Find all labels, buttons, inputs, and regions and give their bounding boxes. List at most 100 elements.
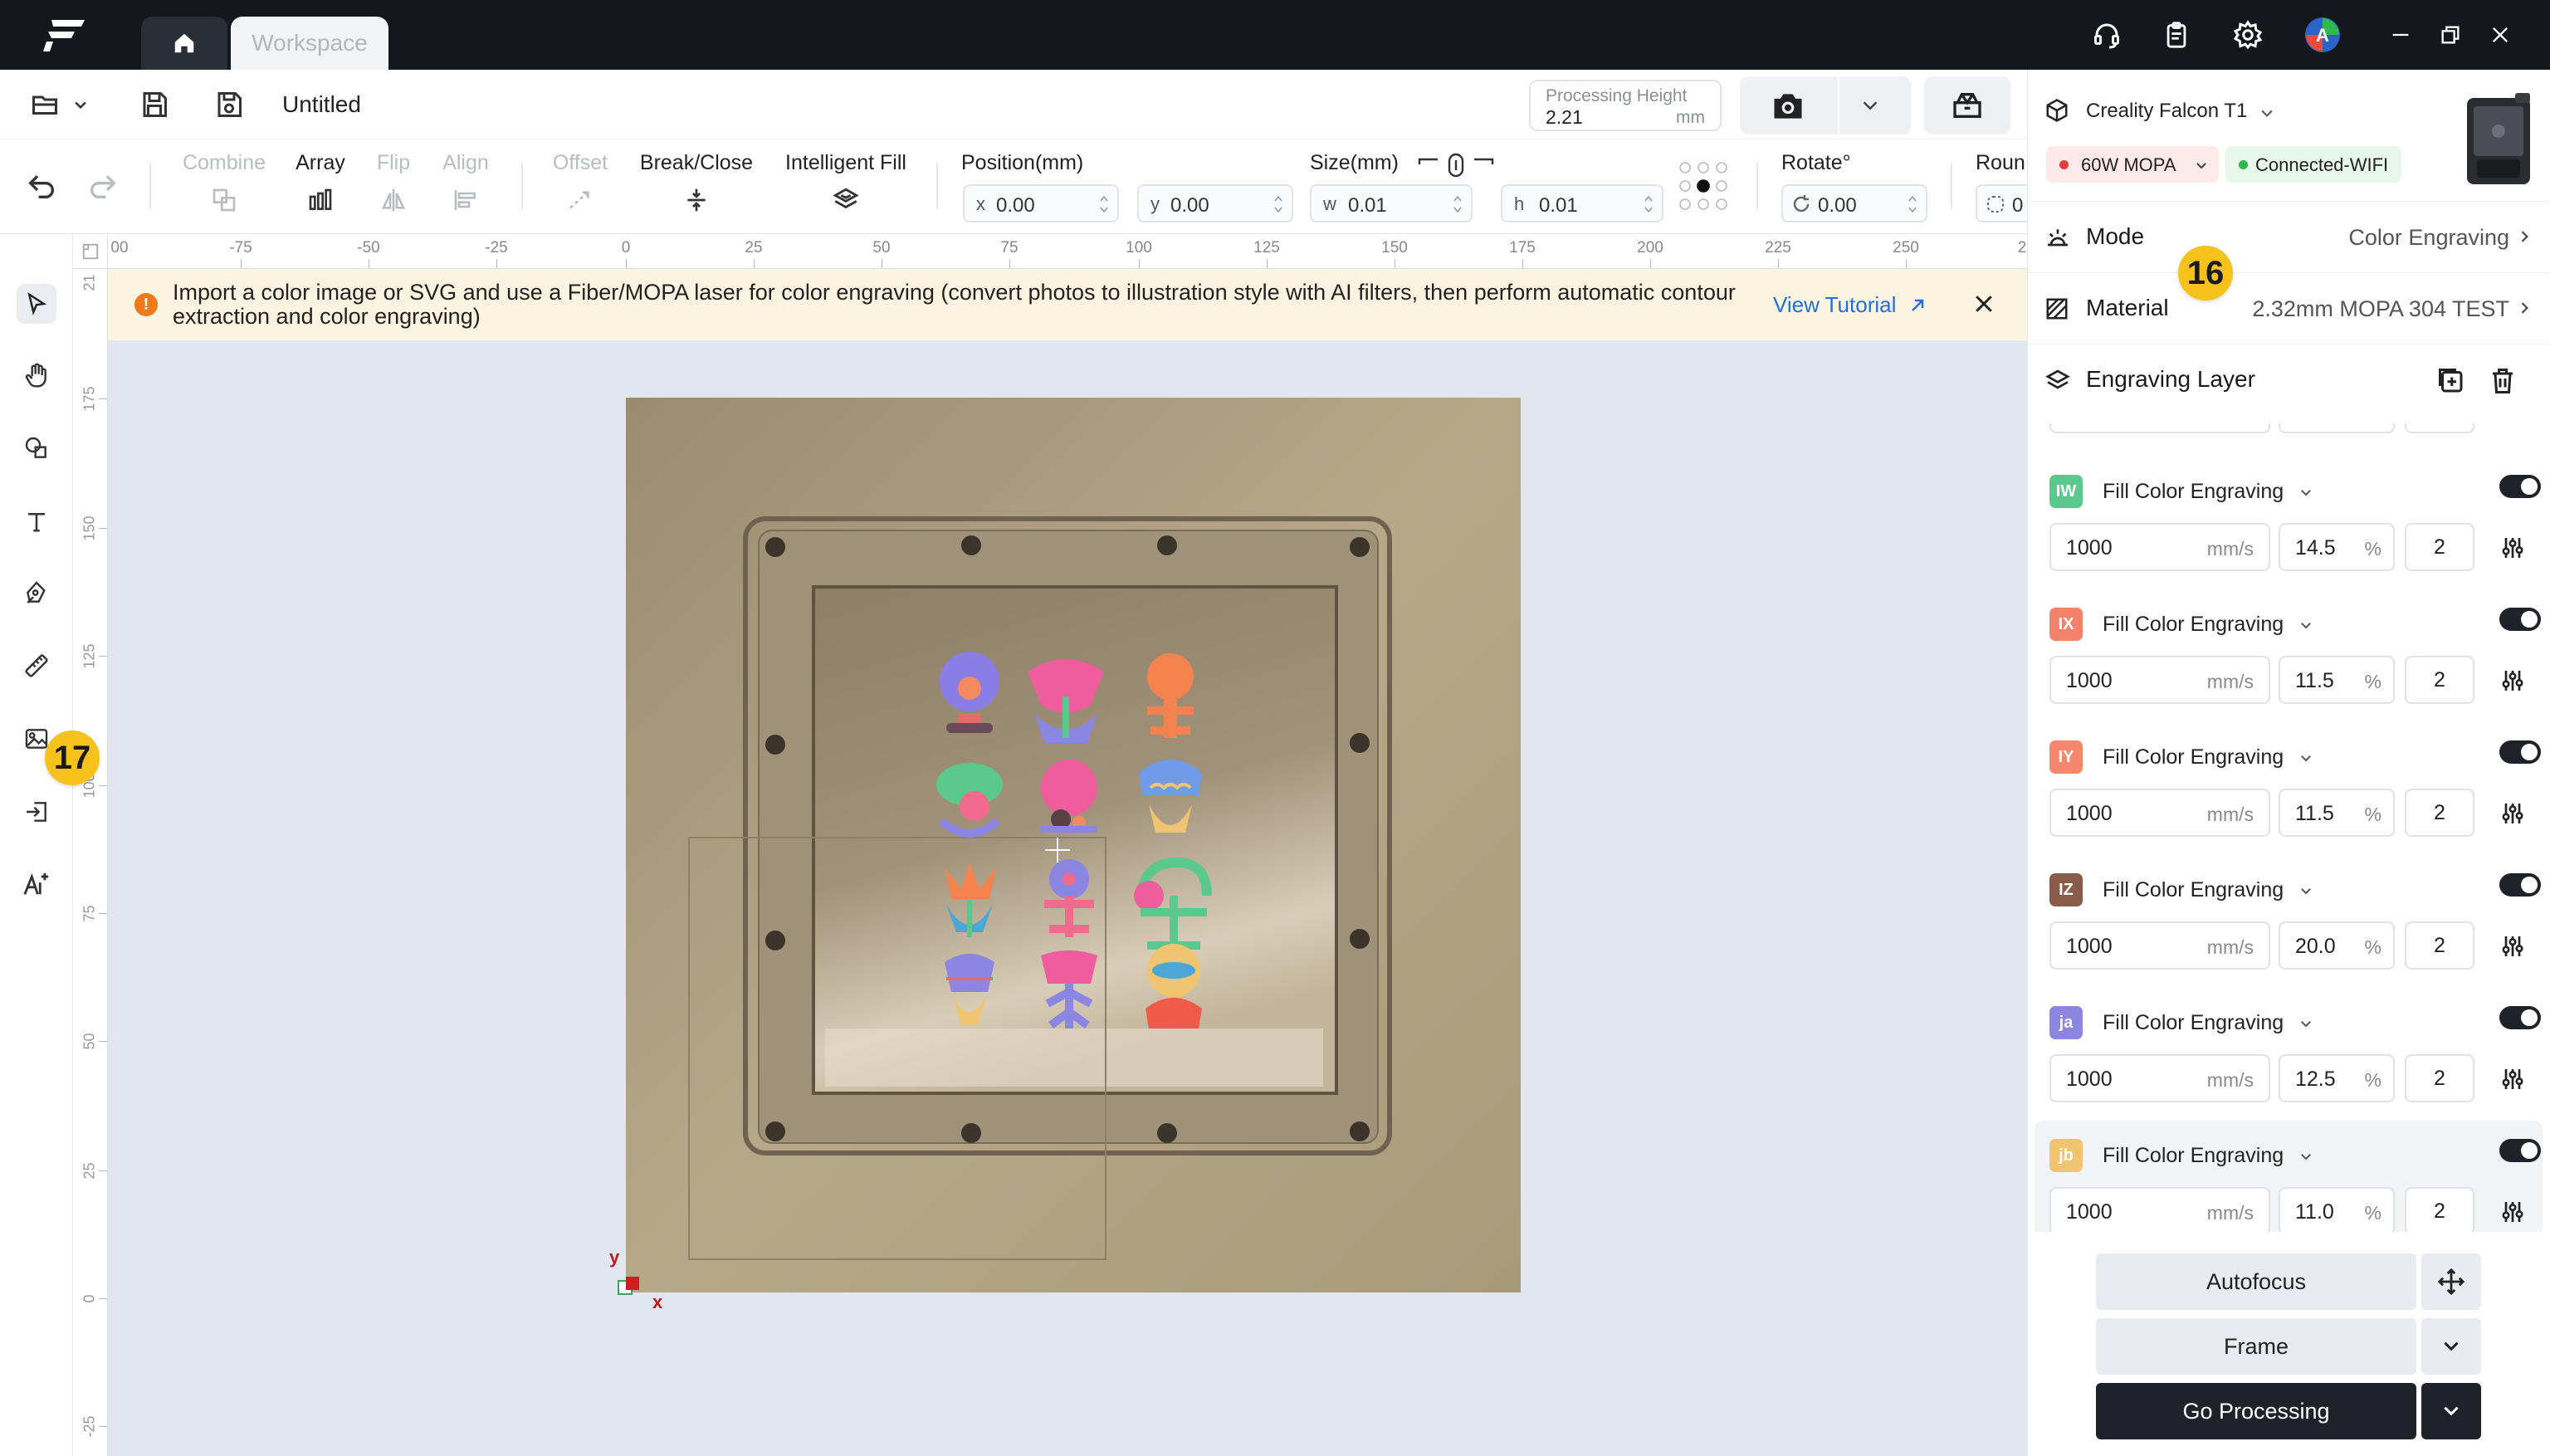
layer-toggle[interactable] xyxy=(2499,740,2541,764)
layer-color-swatch[interactable]: IX xyxy=(2049,608,2083,641)
layer-item-selected[interactable]: jb Fill Color Engraving 1000 mm/s 11.0% 2 xyxy=(2035,1121,2543,1245)
spinner-icon[interactable] xyxy=(1099,193,1109,216)
mode-row[interactable]: Mode Color Engraving xyxy=(2028,201,2550,272)
passes-input[interactable]: 2 xyxy=(2405,656,2474,704)
processing-options-button[interactable] xyxy=(2421,1383,2481,1439)
kit-button[interactable] xyxy=(1924,76,2010,134)
layer-toggle[interactable] xyxy=(2499,1006,2541,1029)
view-tutorial-link[interactable]: View Tutorial xyxy=(1773,292,1896,318)
layer-item[interactable]: IW Fill Color Engraving 1000 mm/s 14.5% 2 xyxy=(2035,457,2543,581)
frame-button[interactable]: Frame xyxy=(2096,1318,2416,1375)
layer-color-swatch[interactable]: ja xyxy=(2049,1006,2083,1039)
workspace-tab[interactable]: Workspace xyxy=(231,17,388,70)
spinner-icon[interactable] xyxy=(1644,193,1654,216)
round-corner-input[interactable]: 0 xyxy=(1976,184,2027,222)
pen-tool[interactable] xyxy=(17,573,56,613)
sliders-icon[interactable] xyxy=(2499,667,2526,694)
break-close-tool[interactable]: Break/Close xyxy=(638,151,755,215)
undo-icon[interactable] xyxy=(25,169,58,203)
intelligent-fill-tool[interactable]: Intelligent Fill xyxy=(780,151,911,215)
open-file-icon[interactable] xyxy=(28,88,61,121)
passes-input[interactable]: 2 xyxy=(2405,921,2474,970)
power-input[interactable]: 11.0% xyxy=(2279,1187,2395,1235)
flip-tool[interactable]: Flip xyxy=(370,151,417,215)
sliders-icon[interactable] xyxy=(2499,1199,2526,1225)
array-tool[interactable]: Array xyxy=(289,151,352,215)
move-button[interactable] xyxy=(2421,1253,2481,1310)
power-input[interactable]: 11.5% xyxy=(2279,789,2395,837)
position-y-input[interactable]: y 0.00 xyxy=(1137,184,1293,222)
import-tool[interactable] xyxy=(17,792,56,832)
layer-color-swatch[interactable]: IY xyxy=(2049,740,2083,774)
layer-item[interactable]: IZ Fill Color Engraving 1000 mm/s 20.0% 2 xyxy=(2035,855,2543,980)
power-input[interactable]: 12.5% xyxy=(2279,1054,2395,1102)
measure-tool[interactable] xyxy=(17,646,56,686)
layer-item[interactable]: ja Fill Color Engraving 1000 mm/s 12.5% 2 xyxy=(2035,988,2543,1112)
passes-input[interactable]: 2 xyxy=(2405,1054,2474,1102)
autofocus-button[interactable]: Autofocus xyxy=(2096,1253,2416,1310)
sliders-icon[interactable] xyxy=(2499,933,2526,960)
camera-icon[interactable] xyxy=(1770,88,1806,125)
power-input[interactable]: 20.0% xyxy=(2279,921,2395,970)
external-link-icon[interactable] xyxy=(1908,296,1927,315)
sliders-icon[interactable] xyxy=(2499,1066,2526,1092)
position-x-input[interactable]: x 0.00 xyxy=(963,184,1119,222)
work-area-camera-photo[interactable] xyxy=(626,398,1521,1292)
speed-input[interactable]: 1000 mm/s xyxy=(2049,1187,2270,1235)
add-layer-icon[interactable] xyxy=(2436,366,2466,396)
passes-input[interactable]: 2 xyxy=(2405,789,2474,837)
go-processing-button[interactable]: Go Processing xyxy=(2096,1383,2416,1439)
layer-item[interactable]: IY Fill Color Engraving 1000 mm/s 11.5% 2 xyxy=(2035,722,2543,847)
chevron-down-icon[interactable] xyxy=(2298,1016,2313,1031)
spinner-icon[interactable] xyxy=(1453,193,1463,216)
passes-input[interactable]: 2 xyxy=(2405,1187,2474,1235)
banner-close-button[interactable] xyxy=(1967,287,2000,320)
save-as-icon[interactable] xyxy=(212,88,246,121)
speed-input[interactable]: 1000 mm/s xyxy=(2049,1054,2270,1102)
headset-icon[interactable] xyxy=(2090,18,2123,51)
gear-icon[interactable] xyxy=(2231,18,2264,51)
size-h-input[interactable]: h 0.01 xyxy=(1501,184,1663,222)
layer-toggle[interactable] xyxy=(2499,475,2541,498)
avatar[interactable]: A xyxy=(2304,17,2341,53)
home-tab[interactable] xyxy=(141,17,227,70)
pan-tool[interactable] xyxy=(17,355,56,395)
frame-options-button[interactable] xyxy=(2421,1318,2481,1375)
speed-input[interactable]: 1000 mm/s xyxy=(2049,921,2270,970)
minimize-icon[interactable] xyxy=(2384,18,2417,51)
camera-button[interactable] xyxy=(1740,76,1911,134)
chevron-down-icon[interactable] xyxy=(2298,750,2313,765)
processing-height-value[interactable]: 2.21 xyxy=(1546,106,1583,129)
processing-height-field[interactable]: Processing Height 2.21 mm xyxy=(1529,80,1722,131)
chevron-down-icon[interactable] xyxy=(2298,883,2313,898)
material-row[interactable]: Material 2.32mm MOPA 304 TEST xyxy=(2028,272,2550,344)
text-tool[interactable] xyxy=(17,501,56,541)
layer-color-swatch[interactable]: jb xyxy=(2049,1139,2083,1172)
layer-color-swatch[interactable]: IW xyxy=(2049,475,2083,508)
file-menu-chevron-icon[interactable] xyxy=(68,88,93,121)
device-dropdown-icon[interactable] xyxy=(2259,105,2275,121)
combine-tool[interactable]: Combine xyxy=(181,151,267,215)
layer-item[interactable]: IX Fill Color Engraving 1000 mm/s 11.5% 2 xyxy=(2035,589,2543,714)
size-w-input[interactable]: w 0.01 xyxy=(1310,184,1473,222)
spinner-icon[interactable] xyxy=(1273,193,1283,216)
document-title[interactable]: Untitled xyxy=(282,91,361,118)
redo-icon[interactable] xyxy=(86,169,120,203)
rotate-input[interactable]: 0.00 xyxy=(1781,184,1927,222)
anchor-point-grid-icon[interactable] xyxy=(1677,159,1730,213)
device-name[interactable]: Creality Falcon T1 xyxy=(2086,100,2247,123)
sliders-icon[interactable] xyxy=(2499,535,2526,561)
layer-toggle[interactable] xyxy=(2499,873,2541,897)
trash-icon[interactable] xyxy=(2488,366,2518,396)
ai-tool[interactable] xyxy=(17,865,56,905)
ruler-corner[interactable] xyxy=(73,234,108,269)
passes-input[interactable]: 2 xyxy=(2405,523,2474,571)
shapes-tool[interactable] xyxy=(17,428,56,468)
select-tool[interactable] xyxy=(17,284,56,324)
close-icon[interactable] xyxy=(2484,18,2517,51)
save-icon[interactable] xyxy=(138,88,171,121)
spinner-icon[interactable] xyxy=(1908,193,1917,216)
layer-color-swatch[interactable]: IZ xyxy=(2049,873,2083,906)
power-input[interactable]: 14.5% xyxy=(2279,523,2395,571)
speed-input[interactable]: 1000 mm/s xyxy=(2049,656,2270,704)
